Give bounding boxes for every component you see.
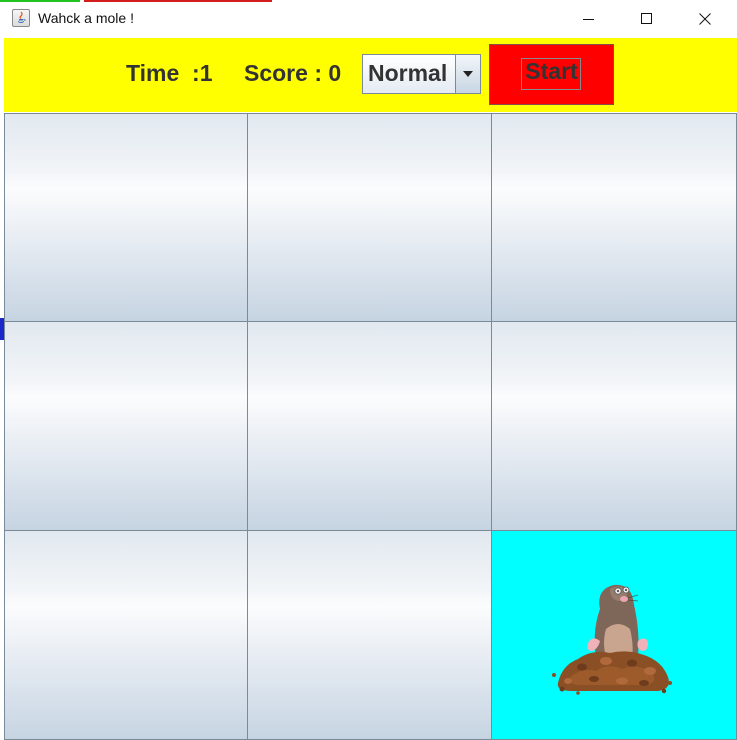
hole-r3-c1[interactable] bbox=[4, 530, 248, 740]
start-button-label: Start bbox=[525, 58, 578, 84]
difficulty-dropdown-button[interactable] bbox=[455, 55, 480, 93]
time-label: Time :1 bbox=[126, 60, 213, 86]
hole-r2-c3[interactable] bbox=[491, 321, 737, 531]
start-button[interactable]: Start bbox=[489, 44, 614, 105]
difficulty-selected-value: Normal bbox=[368, 60, 448, 86]
game-toolbar: Time :1 Score : 0 Normal Start bbox=[4, 38, 737, 112]
close-button[interactable] bbox=[682, 2, 728, 36]
score-label: Score : 0 bbox=[244, 60, 342, 86]
chevron-down-icon bbox=[463, 71, 473, 77]
java-app-icon[interactable] bbox=[12, 9, 30, 27]
hole-r1-c1[interactable] bbox=[4, 113, 248, 322]
difficulty-select[interactable]: Normal bbox=[362, 54, 481, 94]
title-bar[interactable]: Wahck a mole ! bbox=[0, 2, 737, 36]
hole-r2-c1[interactable] bbox=[4, 321, 248, 531]
hole-r3-c3-with-mole[interactable] bbox=[491, 530, 737, 740]
close-icon bbox=[699, 13, 711, 25]
hole-r1-c2[interactable] bbox=[247, 113, 492, 322]
game-window: Wahck a mole ! Time :1 Score : 0 Normal bbox=[0, 0, 737, 740]
window-title: Wahck a mole ! bbox=[38, 10, 134, 26]
maximize-icon bbox=[641, 13, 652, 24]
hole-r1-c3[interactable] bbox=[491, 113, 737, 322]
mole-icon[interactable] bbox=[548, 571, 678, 696]
minimize-icon bbox=[583, 19, 594, 20]
hole-r2-c2[interactable] bbox=[247, 321, 492, 531]
maximize-button[interactable] bbox=[624, 2, 670, 36]
minimize-button[interactable] bbox=[566, 2, 612, 36]
mole-board bbox=[4, 113, 737, 740]
hole-r3-c2[interactable] bbox=[247, 530, 492, 740]
